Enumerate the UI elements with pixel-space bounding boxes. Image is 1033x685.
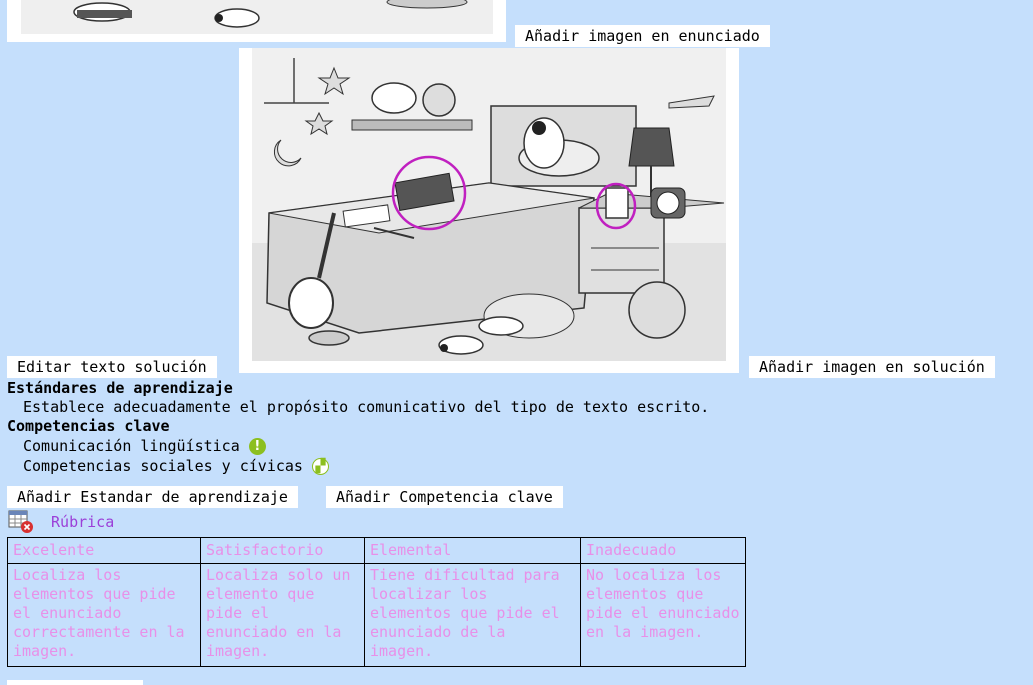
edit-solution-text-button[interactable]: Editar texto solución xyxy=(7,356,217,378)
rubric-header-row: Excelente Satisfactorio Elemental Inadec… xyxy=(7,537,746,564)
competence-item: Comunicación lingüística ! xyxy=(23,437,266,455)
rubric-descriptor: Localiza los elementos que pide el enunc… xyxy=(7,563,201,667)
competence-item: Competencias sociales y cívicas ▞ xyxy=(23,457,329,475)
rubric-descriptor: Localiza solo un elemento que pide el en… xyxy=(200,563,365,667)
competence-label: Competencias sociales y cívicas xyxy=(23,457,303,475)
rubric-level: Excelente xyxy=(7,537,201,564)
rubric-link[interactable]: Rúbrica xyxy=(8,510,114,534)
add-standard-button[interactable]: Añadir Estandar de aprendizaje xyxy=(7,486,298,508)
competences-heading: Competencias clave xyxy=(7,417,170,435)
rubric-title[interactable]: Rúbrica xyxy=(51,513,114,531)
rubric-descriptor-row: Localiza los elementos que pide el enunc… xyxy=(7,563,746,667)
add-competence-button[interactable]: Añadir Competencia clave xyxy=(326,486,563,508)
rubric-descriptor: Tiene dificultad para localizar los elem… xyxy=(364,563,581,667)
standard-item: Establece adecuadamente el propósito com… xyxy=(23,398,710,416)
solution-image-frame xyxy=(239,48,739,373)
standards-heading: Estándares de aprendizaje xyxy=(7,379,233,397)
rubric-table: Excelente Satisfactorio Elemental Inadec… xyxy=(7,537,746,667)
add-image-solution-button[interactable]: Añadir imagen en solución xyxy=(749,356,995,378)
exclamation-icon: ! xyxy=(248,438,266,455)
add-image-statement-button[interactable]: Añadir imagen en enunciado xyxy=(515,25,770,47)
ribbon-icon: ▞ xyxy=(312,458,329,475)
bottom-partial-button[interactable] xyxy=(7,680,143,685)
rubric-level: Elemental xyxy=(364,537,581,564)
rubric-descriptor: No localiza los elementos que pide el en… xyxy=(580,563,746,667)
statement-image-frame xyxy=(7,0,506,42)
rubric-level: Satisfactorio xyxy=(200,537,365,564)
solution-image xyxy=(252,48,726,361)
statement-image xyxy=(21,0,493,34)
rubric-delete-icon[interactable] xyxy=(8,510,34,534)
competence-label: Comunicación lingüística xyxy=(23,437,240,455)
rubric-level: Inadecuado xyxy=(580,537,746,564)
